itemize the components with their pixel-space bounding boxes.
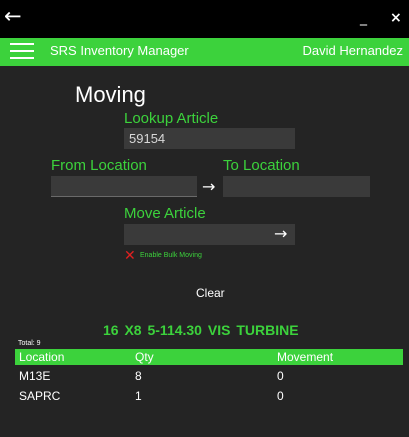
user-name[interactable]: David Hernandez xyxy=(303,43,403,58)
cell-movement: 0 xyxy=(277,369,284,383)
minimize-icon[interactable]: _ xyxy=(360,8,367,28)
transfer-arrow-icon: → xyxy=(202,177,216,196)
move-article-label: Move Article xyxy=(124,205,206,222)
bulk-moving-label: Enable Bulk Moving xyxy=(140,252,202,259)
back-arrow-icon[interactable]: ← xyxy=(4,4,28,28)
hamburger-menu-icon[interactable] xyxy=(10,42,34,62)
table-row[interactable]: SAPRC 1 0 xyxy=(15,387,403,405)
lookup-article-input[interactable]: 59154 xyxy=(124,128,295,149)
from-location-input[interactable] xyxy=(51,176,197,197)
table-row[interactable]: M13E 8 0 xyxy=(15,367,403,385)
column-header-movement[interactable]: Movement xyxy=(277,350,333,364)
cell-qty: 8 xyxy=(135,369,142,383)
article-description: 16 X8 5-114.30 VIS TURBINE xyxy=(103,322,299,338)
page-title: Moving xyxy=(75,82,146,107)
window-titlebar: ← _ × xyxy=(0,0,409,38)
cell-movement: 0 xyxy=(277,389,284,403)
total-count: Total: 9 xyxy=(18,340,41,347)
move-submit-arrow-icon[interactable]: → xyxy=(274,225,287,243)
app-header: SRS Inventory Manager David Hernandez xyxy=(0,38,409,66)
inventory-grid: Location Qty Movement M13E 8 0 SAPRC 1 0 xyxy=(15,349,403,437)
to-location-label: To Location xyxy=(223,157,300,174)
grid-header: Location Qty Movement xyxy=(15,349,403,365)
cell-qty: 1 xyxy=(135,389,142,403)
column-header-qty[interactable]: Qty xyxy=(135,350,154,364)
x-mark-icon[interactable]: ✕ xyxy=(124,249,136,263)
cell-location: SAPRC xyxy=(19,389,61,403)
to-location-input[interactable] xyxy=(223,176,370,197)
close-icon[interactable]: × xyxy=(390,8,402,28)
cell-location: M13E xyxy=(19,369,51,383)
move-article-input[interactable] xyxy=(124,224,295,245)
clear-button[interactable]: Clear xyxy=(196,286,225,300)
app-title: SRS Inventory Manager xyxy=(50,43,189,58)
lookup-article-label: Lookup Article xyxy=(124,110,219,127)
column-header-location[interactable]: Location xyxy=(19,350,64,364)
from-location-label: From Location xyxy=(51,157,147,174)
